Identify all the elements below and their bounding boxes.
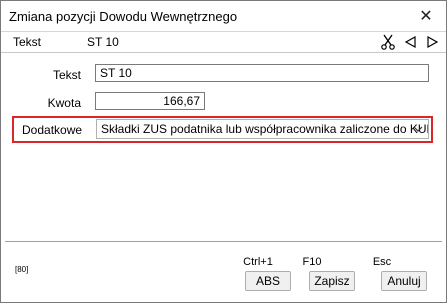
tekst-label: Tekst xyxy=(52,68,81,82)
toolbar: Tekst ST 10 xyxy=(1,32,446,53)
abs-shortcut: Ctrl+1 xyxy=(243,256,273,268)
abs-button[interactable]: ABS xyxy=(245,271,291,291)
close-button[interactable]: ✕ xyxy=(406,1,446,31)
zapisz-shortcut: F10 xyxy=(302,256,322,268)
cut-button[interactable] xyxy=(379,33,397,51)
title-bar: Zmiana pozycji Dowodu Wewnętrznego ✕ xyxy=(1,1,446,32)
anuluj-button[interactable]: Anuluj xyxy=(381,271,427,291)
form-code: [80] xyxy=(15,265,29,274)
next-button[interactable] xyxy=(423,33,441,51)
footer-divider xyxy=(5,241,442,242)
dodatkowe-select[interactable]: Składki ZUS podatnika lub współpracownik… xyxy=(96,119,429,139)
anuluj-shortcut: Esc xyxy=(372,256,392,268)
toolbar-label: Tekst xyxy=(13,35,42,49)
close-icon: ✕ xyxy=(419,8,433,25)
kwota-input[interactable]: 166,67 xyxy=(95,92,205,110)
tekst-input[interactable]: ST 10 xyxy=(95,64,429,82)
dialog-window: Zmiana pozycji Dowodu Wewnętrznego ✕ Tek… xyxy=(0,0,447,303)
scissors-icon xyxy=(381,34,395,50)
zapisz-button[interactable]: Zapisz xyxy=(309,271,355,291)
window-title: Zmiana pozycji Dowodu Wewnętrznego xyxy=(9,9,238,24)
arrow-right-icon xyxy=(427,35,439,49)
toolbar-value: ST 10 xyxy=(87,35,119,49)
dodatkowe-value: Składki ZUS podatnika lub współpracownik… xyxy=(101,122,429,136)
dodatkowe-label: Dodatkowe xyxy=(22,123,83,137)
kwota-label: Kwota xyxy=(47,96,81,110)
arrow-left-icon xyxy=(404,35,416,49)
previous-button[interactable] xyxy=(402,33,420,51)
chevron-down-icon xyxy=(412,122,424,136)
